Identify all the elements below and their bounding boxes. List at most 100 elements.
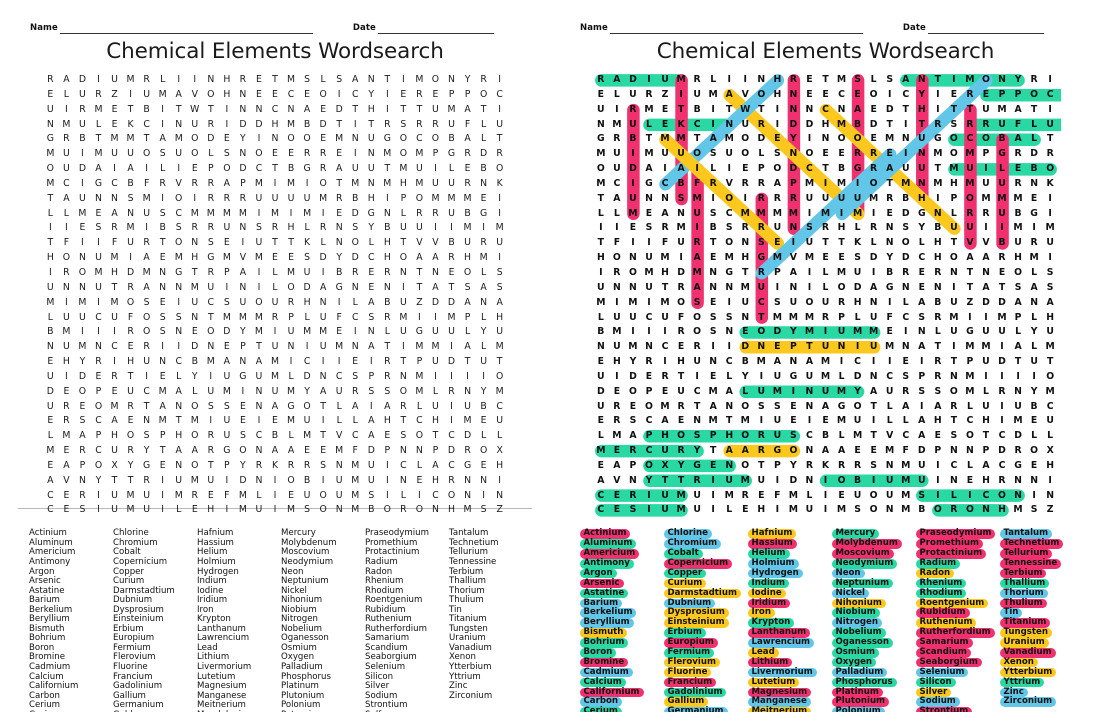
word-list-item[interactable]: Cerium	[579, 707, 622, 712]
word-list-item[interactable]: Nickel	[831, 588, 869, 599]
word-list-item[interactable]: Polonium	[831, 707, 885, 712]
grid-cell: U	[998, 118, 1006, 130]
grid-cell: O	[78, 385, 87, 397]
grid-cell: R	[400, 504, 407, 516]
grid-cell: I	[48, 266, 52, 278]
grid-cell: O	[693, 326, 702, 338]
grid-cell: O	[142, 148, 151, 160]
grid-cell: M	[190, 474, 199, 486]
grid-cell: H	[773, 88, 782, 100]
grid-cell: N	[917, 74, 926, 85]
grid-cell: N	[869, 296, 878, 308]
grid-cell: R	[335, 192, 343, 204]
word-list-item[interactable]: Fluorine	[663, 667, 712, 678]
grid-cell: U	[901, 163, 910, 175]
grid-cell: N	[1030, 177, 1038, 189]
grid-cell: F	[224, 489, 230, 501]
grid-cell: Y	[693, 445, 701, 457]
grid-cell: O	[479, 88, 488, 100]
grid-cell: M	[804, 177, 815, 189]
word-list-item[interactable]: Astatine	[579, 588, 629, 599]
grid-cell: N	[367, 326, 375, 338]
word-list-item[interactable]: Palladium	[831, 667, 888, 678]
grid-cell: I	[97, 296, 100, 308]
grid-cell: D	[998, 445, 1006, 457]
grid-cell: R	[629, 489, 637, 501]
grid-cell: R	[416, 207, 423, 219]
grid-cell: A	[966, 252, 974, 264]
word-list-item[interactable]: Phosphorus	[831, 677, 897, 688]
date-input-line[interactable]	[377, 25, 494, 34]
grid-cell: M	[836, 504, 847, 516]
grid-cell: L	[934, 326, 941, 338]
grid-cell: L	[192, 385, 198, 397]
word-list-item[interactable]: Arsenic	[579, 578, 624, 589]
grid-cell: R	[464, 177, 471, 189]
word-list-item[interactable]: Rhodium	[915, 588, 967, 599]
grid-cell: H	[448, 504, 455, 516]
grid-cell: L	[352, 296, 358, 308]
grid-cell: U	[448, 177, 455, 189]
word-list-item[interactable]: Darmstadtium	[663, 588, 741, 599]
grid-cell: M	[431, 341, 440, 353]
word-list-item[interactable]: Ytterbium	[999, 667, 1057, 678]
word-list-item[interactable]: Livermorium	[747, 667, 817, 678]
grid-cell: G	[143, 459, 151, 471]
grid-cell: B	[384, 222, 391, 234]
grid-cell: I	[353, 326, 357, 338]
grid-cell: I	[177, 341, 181, 353]
grid-cell: U	[448, 118, 455, 130]
word-list-item[interactable]: Curium	[663, 578, 707, 589]
word-list-item[interactable]: Germanium	[663, 707, 728, 712]
grid-cell: T	[400, 415, 407, 427]
grid-cell: R	[319, 163, 327, 175]
grid-cell: M	[254, 252, 263, 264]
grid-cell: U	[629, 88, 637, 100]
grid-cell: C	[416, 133, 423, 145]
grid-cell: C	[47, 489, 54, 501]
word-list-item[interactable]: Silicon	[915, 677, 956, 688]
word-list-item[interactable]: Thallium	[999, 578, 1050, 589]
grid-cell: E	[352, 356, 359, 368]
grid-cell: F	[661, 237, 669, 249]
word-list-item[interactable]: Cadmium	[579, 667, 633, 678]
word-list-item[interactable]: Lutetium	[747, 677, 800, 688]
word-list-item[interactable]: Strontium	[915, 707, 973, 712]
grid-cell: S	[79, 415, 86, 427]
grid-cell: R	[63, 266, 70, 278]
grid-cell: I	[984, 222, 988, 234]
grid-cell: G	[917, 207, 926, 219]
grid-cell: B	[368, 504, 375, 516]
date-input-line[interactable]	[927, 25, 1044, 34]
grid-cell: I	[385, 459, 389, 471]
grid-cell: E	[272, 415, 278, 427]
word-list-item[interactable]: Zirconium	[449, 691, 533, 702]
word-list-item[interactable]: Zirconium	[999, 697, 1057, 708]
word-list-item[interactable]: Francium	[663, 677, 717, 688]
word-list-item[interactable]: Meitnerium	[747, 707, 812, 712]
word-list-item[interactable]: Yttrium	[999, 677, 1045, 688]
grid-cell: C	[693, 385, 701, 397]
grid-cell: N	[596, 118, 605, 130]
word-list-item[interactable]: Indium	[747, 578, 789, 589]
grid-cell: O	[223, 163, 231, 175]
word-list-item[interactable]: Thorium	[999, 588, 1048, 599]
grid-cell: M	[997, 192, 1007, 204]
grid-cell: S	[918, 489, 926, 501]
grid-cell: L	[966, 459, 973, 471]
name-input-line[interactable]	[609, 25, 863, 34]
grid-cell: E	[742, 504, 749, 516]
word-list-item[interactable]: Calcium	[579, 677, 626, 688]
name-input-line[interactable]	[59, 25, 313, 34]
grid-cell: N	[480, 296, 488, 308]
grid-cell: U	[950, 222, 958, 234]
grid-cell: D	[1030, 148, 1038, 160]
word-list-item[interactable]: Rhenium	[915, 578, 967, 589]
grid-cell: H	[223, 88, 231, 100]
grid-cell: U	[367, 133, 375, 145]
grid-cell: I	[450, 370, 453, 382]
word-list-item[interactable]: Neptunium	[831, 578, 894, 589]
grid-cell: D	[239, 163, 247, 175]
word-list-item[interactable]: Selenium	[915, 667, 969, 678]
word-list-item[interactable]: Iodine	[747, 588, 786, 599]
